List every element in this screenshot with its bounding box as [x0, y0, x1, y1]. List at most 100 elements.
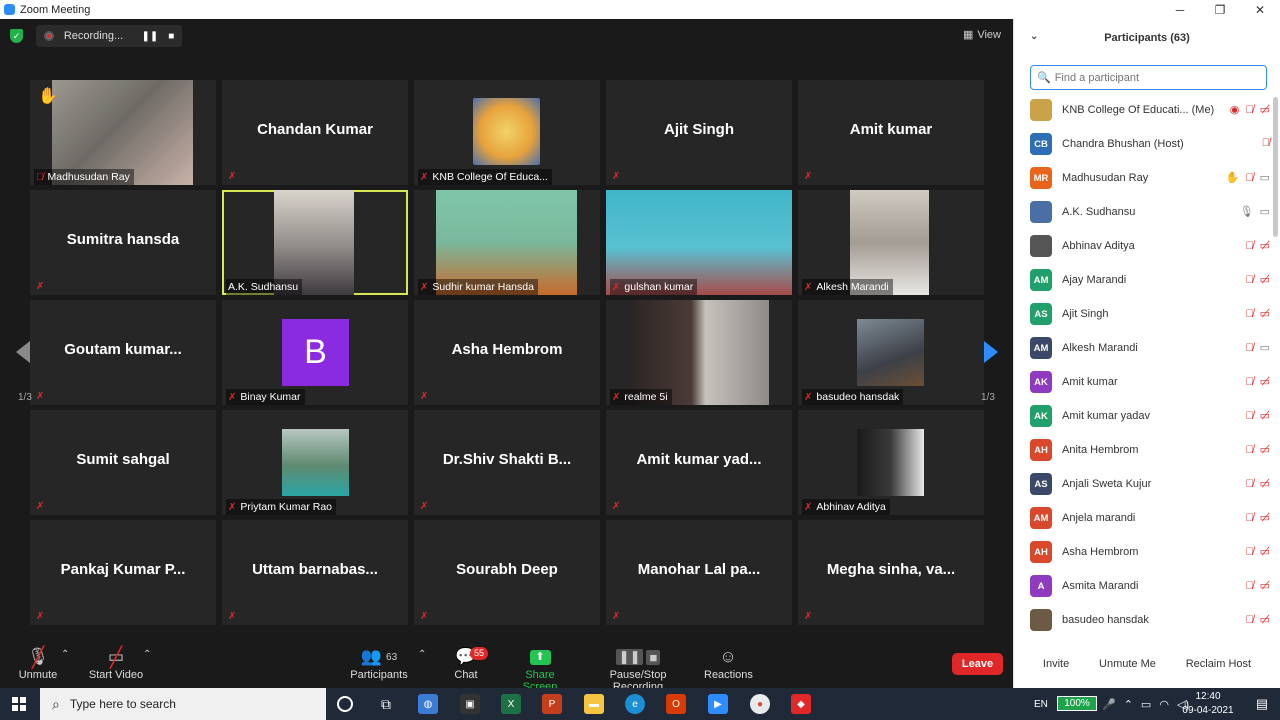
- close-button[interactable]: ✕: [1240, 0, 1280, 19]
- edge-icon[interactable]: e: [625, 694, 645, 714]
- video-tile[interactable]: Megha sinha, va... ✗: [798, 520, 984, 625]
- participant-row[interactable]: A.K. Sudhansu 🎙 ▭: [1014, 195, 1272, 229]
- video-off-icon[interactable]: ▭̸: [1260, 409, 1270, 422]
- battery-indicator[interactable]: 100%: [1057, 696, 1097, 711]
- video-tile[interactable]: Pankaj Kumar P... ✗: [30, 520, 216, 625]
- video-tile[interactable]: ✗ gulshan kumar: [606, 190, 792, 295]
- maximize-button[interactable]: ❐: [1200, 0, 1240, 19]
- video-tile[interactable]: Chandan Kumar ✗: [222, 80, 408, 185]
- chrome-icon[interactable]: ●: [750, 694, 770, 714]
- video-tile[interactable]: Asha Hembrom ✗: [414, 300, 600, 405]
- video-tile[interactable]: Goutam kumar... ✗: [30, 300, 216, 405]
- chat-button[interactable]: 💬 55 Chat: [450, 645, 489, 681]
- video-off-icon[interactable]: ▭̸: [1260, 443, 1270, 456]
- video-icon[interactable]: ▭: [1260, 205, 1270, 218]
- mic-muted-icon[interactable]: 🎙̸: [1245, 580, 1253, 592]
- file-explorer-icon[interactable]: ▬: [584, 694, 604, 714]
- notifications-icon[interactable]: ▤: [1252, 694, 1272, 714]
- share-screen-button[interactable]: ⬆ Share Screen: [508, 645, 572, 693]
- video-tile[interactable]: ✗ Abhinav Aditya: [798, 410, 984, 515]
- reclaim-host-button[interactable]: Reclaim Host: [1182, 656, 1255, 672]
- reactions-button[interactable]: ☺ Reactions: [704, 645, 753, 681]
- view-button[interactable]: ▦ View: [963, 28, 1001, 42]
- participants-button[interactable]: 👥 63 Participants: [348, 645, 410, 681]
- video-options-caret-icon[interactable]: ⌃: [143, 649, 151, 660]
- office-icon[interactable]: O: [666, 694, 686, 714]
- video-off-icon[interactable]: ▭̸: [1260, 103, 1270, 116]
- mic-muted-icon[interactable]: 🎙̸: [1245, 614, 1253, 626]
- participant-row[interactable]: AM Alkesh Marandi 🎙̸ ▭: [1014, 331, 1272, 365]
- mic-muted-icon[interactable]: 🎙̸: [1245, 444, 1253, 456]
- video-tile[interactable]: B ✗ Binay Kumar: [222, 300, 408, 405]
- video-tile[interactable]: Sourabh Deep ✗: [414, 520, 600, 625]
- mic-muted-icon[interactable]: 🎙̸: [1245, 104, 1253, 116]
- video-tile[interactable]: Uttam barnabas... ✗: [222, 520, 408, 625]
- network-icon[interactable]: ▭: [1141, 698, 1151, 711]
- audio-options-caret-icon[interactable]: ⌃: [61, 649, 69, 660]
- video-tile[interactable]: ✗ realme 5i: [606, 300, 792, 405]
- mic-muted-icon[interactable]: 🎙̸: [1245, 308, 1253, 320]
- recording-icon[interactable]: ◉: [1230, 103, 1240, 116]
- video-tile[interactable]: Amit kumar ✗: [798, 80, 984, 185]
- mic-muted-icon[interactable]: 🎙̸: [1245, 512, 1253, 524]
- minimize-button[interactable]: ─: [1160, 0, 1200, 19]
- participant-row[interactable]: AM Ajay Marandi 🎙̸ ▭̸: [1014, 263, 1272, 297]
- start-video-button[interactable]: ▭ ╱ Start Video: [88, 645, 144, 682]
- video-off-icon[interactable]: ▭̸: [1260, 613, 1270, 626]
- participant-row[interactable]: AS Anjali Sweta Kujur 🎙̸ ▭̸: [1014, 467, 1272, 501]
- video-tile[interactable]: ✗ Alkesh Marandi: [798, 190, 984, 295]
- video-off-icon[interactable]: ▭̸: [1260, 239, 1270, 252]
- shield-icon[interactable]: ✓: [10, 29, 23, 43]
- video-tile[interactable]: Amit kumar yad... ✗: [606, 410, 792, 515]
- video-off-icon[interactable]: ▭̸: [1260, 307, 1270, 320]
- powerpoint-icon[interactable]: P: [542, 694, 562, 714]
- video-icon[interactable]: ▭: [1260, 171, 1270, 184]
- next-page-arrow-icon[interactable]: [984, 341, 998, 363]
- mic-tray-icon[interactable]: 🎤: [1102, 698, 1116, 711]
- video-off-icon[interactable]: ▭̸: [1260, 375, 1270, 388]
- participant-row[interactable]: KNB College Of Educati... (Me) ◉ 🎙̸ ▭̸: [1014, 93, 1272, 127]
- app-icon[interactable]: ◍: [418, 694, 438, 714]
- video-tile-active-speaker[interactable]: A.K. Sudhansu: [222, 190, 408, 295]
- pause-recording-button[interactable]: ❚❚: [139, 31, 160, 42]
- participant-row[interactable]: AS Ajit Singh 🎙̸ ▭̸: [1014, 297, 1272, 331]
- collapse-chevron-icon[interactable]: ⌄: [1030, 31, 1038, 42]
- video-tile[interactable]: Manohar Lal pa... ✗: [606, 520, 792, 625]
- mic-muted-icon[interactable]: 🎙̸: [1245, 172, 1253, 184]
- video-tile[interactable]: Sumitra hansda ✗: [30, 190, 216, 295]
- taskbar-clock[interactable]: 12:40 09-04-2021: [1178, 690, 1238, 718]
- show-hidden-icon[interactable]: ⌃: [1124, 698, 1133, 711]
- participant-row[interactable]: AH Anita Hembrom 🎙̸ ▭̸: [1014, 433, 1272, 467]
- video-off-icon[interactable]: ▭̸: [1260, 477, 1270, 490]
- store-icon[interactable]: ▣: [460, 694, 480, 714]
- participant-row[interactable]: Abhinav Aditya 🎙̸ ▭̸: [1014, 229, 1272, 263]
- mic-muted-icon[interactable]: 🎙̸: [1245, 342, 1253, 354]
- participants-options-caret-icon[interactable]: ⌃: [418, 649, 426, 660]
- participant-row[interactable]: basudeo hansdak 🎙̸ ▭̸: [1014, 603, 1272, 637]
- participant-row[interactable]: AH Asha Hembrom 🎙̸ ▭̸: [1014, 535, 1272, 569]
- taskbar-search[interactable]: ⌕ Type here to search: [40, 688, 326, 720]
- raised-hand-icon[interactable]: ✋: [1226, 171, 1240, 184]
- video-tile[interactable]: ✗ Sudhir kumar Hansda: [414, 190, 600, 295]
- video-tile[interactable]: Sumit sahgal ✗: [30, 410, 216, 515]
- unmute-button[interactable]: 🎙 ╱ Unmute: [18, 645, 58, 682]
- video-off-icon[interactable]: ▭̸: [1260, 273, 1270, 286]
- previous-page-arrow-icon[interactable]: [16, 341, 30, 363]
- pause-stop-recording-button[interactable]: ❚❚ ■ Pause/Stop Recording: [586, 645, 690, 693]
- video-tile[interactable]: ✗ Priytam Kumar Rao: [222, 410, 408, 515]
- panel-scrollbar[interactable]: [1273, 97, 1278, 237]
- video-tile[interactable]: Dr.Shiv Shakti B... ✗: [414, 410, 600, 515]
- mic-muted-icon[interactable]: 🎙̸: [1262, 137, 1270, 149]
- excel-icon[interactable]: X: [501, 694, 521, 714]
- participant-row[interactable]: A Asmita Marandi 🎙̸ ▭̸: [1014, 569, 1272, 603]
- mic-icon[interactable]: 🎙: [1240, 205, 1254, 218]
- video-off-icon[interactable]: ▭̸: [1260, 511, 1270, 524]
- mic-muted-icon[interactable]: 🎙̸: [1245, 376, 1253, 388]
- mic-muted-icon[interactable]: 🎙̸: [1245, 478, 1253, 490]
- app-icon-red[interactable]: ◆: [791, 694, 811, 714]
- unmute-me-button[interactable]: Unmute Me: [1095, 656, 1160, 672]
- language-indicator[interactable]: EN: [1034, 688, 1048, 720]
- video-tile[interactable]: ✋ 🎙̸ Madhusudan Ray: [30, 80, 216, 185]
- mic-muted-icon[interactable]: 🎙̸: [1245, 410, 1253, 422]
- video-tile[interactable]: ✗ KNB College Of Educa...: [414, 80, 600, 185]
